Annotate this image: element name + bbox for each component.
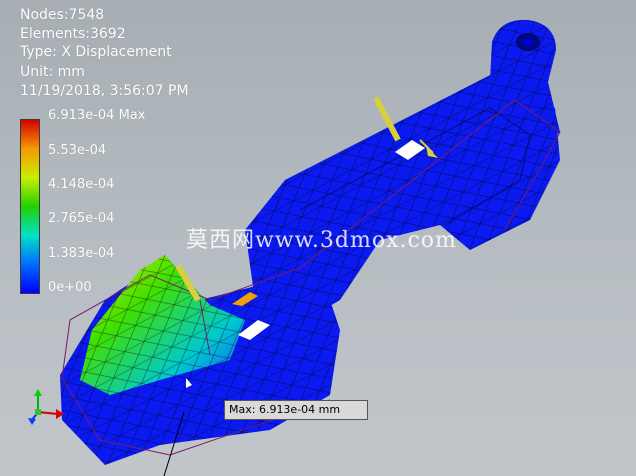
legend-label: 1.383e-04 — [48, 246, 115, 261]
legend-label: 4.148e-04 — [48, 177, 115, 192]
legend-max-label: 6.913e-04 Max — [48, 108, 146, 123]
axis-triad-icon[interactable] — [22, 388, 82, 428]
graphics-viewport[interactable]: Nodes:7548 Elements:3692 Type: X Displac… — [0, 0, 636, 476]
result-type: Type: X Displacement — [20, 44, 172, 60]
max-probe-label[interactable]: Max: 6.913e-04 mm — [224, 400, 368, 420]
result-timestamp: 11/19/2018, 3:56:07 PM — [20, 83, 189, 99]
legend-label: 0e+00 — [48, 280, 92, 295]
lower-arm — [60, 255, 340, 465]
legend-label: 2.765e-04 — [48, 211, 115, 226]
result-unit: Unit: mm — [20, 64, 85, 80]
nodes-count: Nodes:7548 — [20, 7, 105, 23]
color-legend-bar — [20, 119, 40, 294]
legend-label: 5.53e-04 — [48, 143, 107, 158]
elements-count: Elements:3692 — [20, 26, 126, 42]
watermark-text: 莫西网www.3dmox.com — [186, 228, 457, 253]
